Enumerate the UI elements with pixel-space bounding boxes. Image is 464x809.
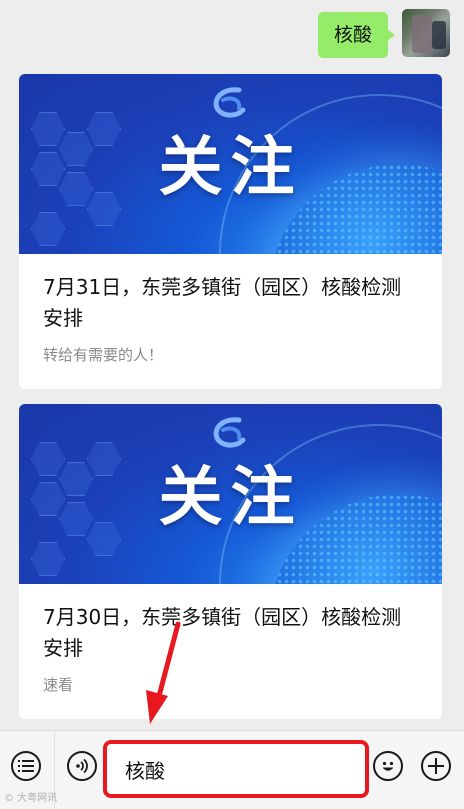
chat-area: 核酸 关注 7月31日，东莞多镇街（园区）核酸检测安排 转给有需要的人！ 关注 … [0,0,464,730]
article-card[interactable]: 关注 7月30日，东莞多镇街（园区）核酸检测安排 速看 [19,404,442,719]
message-input[interactable]: 核酸 [103,740,369,798]
article-subtitle: 速看 [43,676,74,694]
user-avatar[interactable] [402,9,450,57]
outgoing-message-bubble[interactable]: 核酸 [317,12,396,58]
plus-button[interactable] [421,751,451,781]
outgoing-message-row: 核酸 [317,9,450,58]
article-cover-image: 关注 [19,74,442,254]
article-title: 7月31日，东莞多镇街（园区）核酸检测安排 [43,275,402,330]
emoji-button[interactable] [373,751,403,781]
cover-headline: 关注 [158,461,303,535]
article-title: 7月30日，东莞多镇街（园区）核酸检测安排 [43,605,402,660]
article-card[interactable]: 关注 7月31日，东莞多镇街（园区）核酸检测安排 转给有需要的人！ [19,74,442,389]
cover-headline: 关注 [158,131,303,205]
article-subtitle: 转给有需要的人！ [43,346,164,364]
chat-input-bar: 核酸 [0,730,464,809]
plus-icon [428,758,444,774]
article-cover-image: 关注 [19,404,442,584]
watermark: © 大粤网讯 [4,793,58,804]
menu-icon [18,760,34,772]
voice-button[interactable] [67,751,97,781]
voice-icon [76,758,88,774]
menu-button[interactable] [11,751,41,781]
emoji-icon [382,761,394,771]
